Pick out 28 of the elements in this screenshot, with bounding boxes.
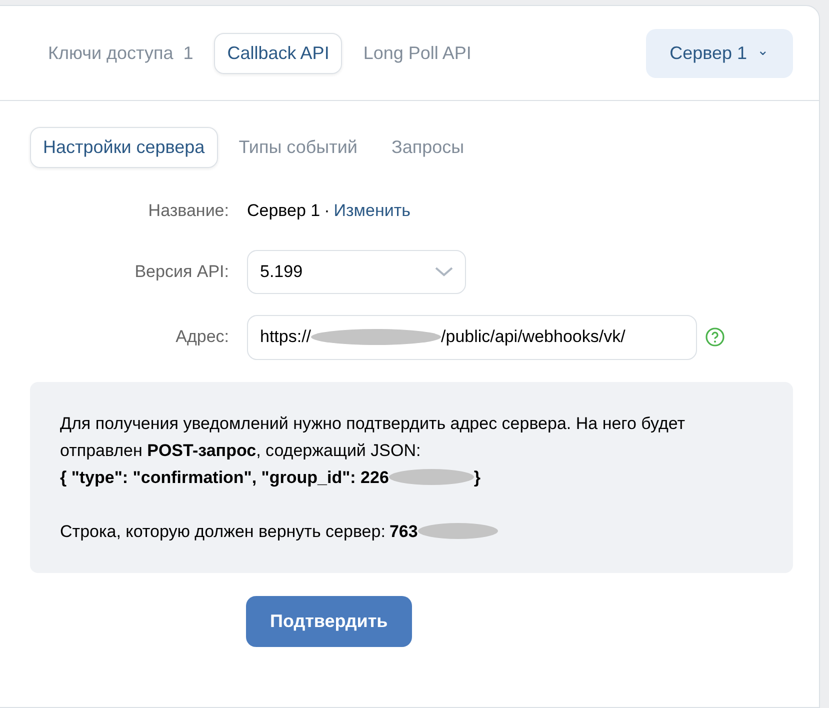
tab[interactable]: Типы событий [226, 127, 370, 168]
server-dropdown[interactable]: Сервер 1 $^{⌄}$ [646, 28, 793, 78]
address-text: /public/api/webhooks/vk/ [441, 326, 626, 348]
confirm-button[interactable]: Подтвердить [246, 596, 412, 646]
json-text: } [474, 466, 481, 488]
separator: · [324, 200, 330, 222]
address-field[interactable]: https:// /public/api/webhooks/vk/ [247, 314, 697, 360]
tab[interactable]: Настройки сервера [30, 127, 218, 168]
field-label: Название: [147, 200, 230, 222]
tab[interactable]: Запросы [378, 127, 478, 168]
help-icon[interactable] [705, 327, 725, 347]
json-text: { "type": "confirmation", "group_id": 226 [60, 466, 389, 489]
tab[interactable]: Callback API [214, 32, 342, 74]
tab[interactable]: Long Poll API [350, 32, 484, 74]
edit-link[interactable]: Изменить [334, 198, 410, 224]
server-name: Сервер 1 [247, 200, 320, 222]
field-label: Версия API: [134, 260, 230, 283]
tab-label: Ключи доступа [48, 42, 174, 62]
api-version-select[interactable]: 5.199 [247, 250, 466, 294]
tab-count: 1 [183, 42, 194, 62]
field-label: Адрес: [174, 326, 230, 348]
chevron-down-icon [435, 266, 453, 276]
code-label: Строка, которую должен вернуть сервер: [60, 520, 386, 542]
tab[interactable]: Ключи доступа 1 [35, 32, 206, 74]
caret-icon: ⌄ [757, 42, 769, 58]
code-value: 763 [389, 520, 418, 542]
address-text: https:// [260, 326, 312, 348]
info-text: Для получения уведомлений нужно подтвердить адрес сервера. На него будет отправлен POST-запрос, содержащий JSON: [60, 412, 686, 462]
